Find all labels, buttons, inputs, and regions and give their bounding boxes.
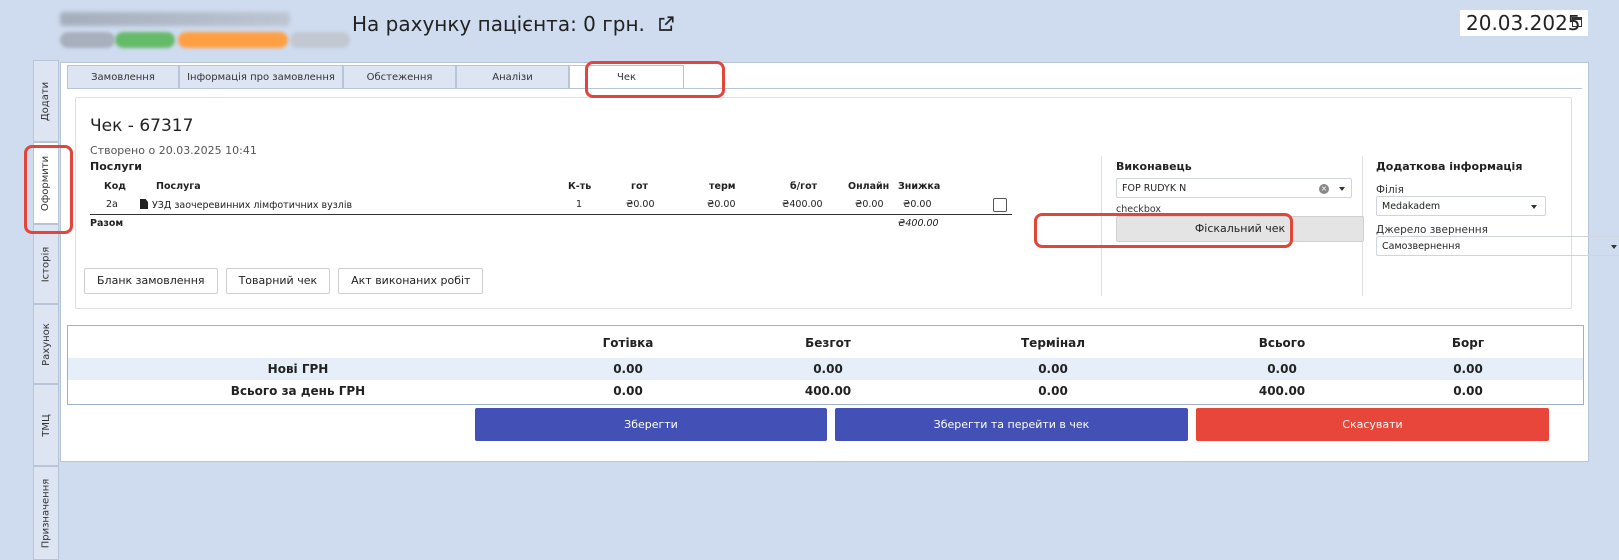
col-cash: гот bbox=[631, 181, 648, 192]
clear-icon[interactable]: × bbox=[1319, 184, 1329, 194]
tab-order[interactable]: Замовлення bbox=[67, 65, 179, 89]
col-discount: Знижка bbox=[898, 181, 941, 192]
chevron-down-icon[interactable] bbox=[1531, 205, 1537, 209]
cell-code: 2а bbox=[106, 199, 118, 210]
save-and-go-to-check-button[interactable]: Зберегти та перейти в чек bbox=[835, 408, 1188, 441]
executor-title: Виконавець bbox=[1116, 160, 1192, 173]
tab-analyses[interactable]: Аналізи bbox=[456, 65, 569, 89]
vtab-inventory[interactable]: ТМЦ bbox=[33, 384, 59, 466]
table-row: 2а УЗД заочеревинних лімфотичних вузлів … bbox=[90, 196, 1012, 215]
check-title: Чек - 67317 bbox=[90, 116, 194, 136]
totals-cell: 0.00 bbox=[813, 362, 843, 376]
col-terminal: терм bbox=[709, 181, 736, 192]
col-service: Послуга bbox=[156, 181, 201, 192]
executor-select[interactable]: FOP RUDYK N × bbox=[1116, 178, 1352, 198]
totals-col-total: Всього bbox=[1258, 336, 1306, 350]
chevron-down-icon[interactable] bbox=[1339, 187, 1345, 191]
cell-discount: ₴0.00 bbox=[903, 199, 932, 210]
patient-account-balance: На рахунку пацієнта: 0 грн. bbox=[352, 12, 675, 36]
patient-badges-blurred bbox=[60, 32, 360, 48]
source-label: Джерело звернення bbox=[1376, 224, 1488, 236]
date-picker[interactable]: 20.03.2025 bbox=[1460, 10, 1588, 36]
tabs-underline bbox=[67, 88, 1582, 89]
source-value: Самозвернення bbox=[1382, 241, 1461, 252]
totals-cell: 0.00 bbox=[613, 384, 643, 398]
patient-name-blurred bbox=[60, 12, 290, 26]
cell-cash: ₴0.00 bbox=[626, 199, 655, 210]
row-select-checkbox[interactable] bbox=[993, 198, 1007, 212]
highlight-check-tab bbox=[585, 61, 725, 98]
branch-label: Філія bbox=[1376, 184, 1404, 196]
document-buttons: Бланк замовлення Товарний чек Акт викона… bbox=[84, 268, 484, 294]
goods-receipt-button[interactable]: Товарний чек bbox=[225, 268, 331, 294]
totals-cell: 0.00 bbox=[1038, 362, 1068, 376]
totals-cell: 0.00 bbox=[613, 362, 643, 376]
additional-info-title: Додаткова інформація bbox=[1376, 160, 1523, 173]
totals-col-cash: Готівка bbox=[602, 336, 654, 350]
order-form-button[interactable]: Бланк замовлення bbox=[84, 268, 218, 294]
cell-noncash: ₴400.00 bbox=[782, 199, 823, 210]
vtab-invoice[interactable]: Рахунок bbox=[33, 304, 59, 384]
col-noncash: б/гот bbox=[790, 181, 818, 192]
cell-terminal: ₴0.00 bbox=[707, 199, 736, 210]
totals-cell: 0.00 bbox=[1453, 384, 1483, 398]
tab-examination[interactable]: Обстеження bbox=[343, 65, 456, 89]
work-act-button[interactable]: Акт виконаних робіт bbox=[338, 268, 484, 294]
services-title: Послуги bbox=[90, 160, 142, 173]
check-card: Чек - 67317 Створено о 20.03.2025 10:41 … bbox=[75, 97, 1619, 309]
col-online: Онлайн bbox=[848, 181, 890, 192]
table-row: Всього за день ГРН 0.00 400.00 0.00 400.… bbox=[68, 380, 1583, 402]
highlight-fiscal-button bbox=[1034, 213, 1293, 248]
date-value: 20.03.2025 bbox=[1466, 11, 1581, 35]
totals-header-row: Готівка Безгот Термінал Всього Борг bbox=[68, 332, 1583, 356]
chevron-down-icon[interactable] bbox=[1611, 245, 1617, 249]
main-panel: Замовлення Інформація про замовлення Обс… bbox=[60, 62, 1619, 462]
services-header-row: Код Послуга К-ть гот терм б/гот Онлайн З… bbox=[90, 178, 1012, 196]
vtab-history[interactable]: Історія bbox=[33, 224, 59, 304]
totals-cell: 0.00 bbox=[1267, 362, 1297, 376]
totals-table: Готівка Безгот Термінал Всього Борг Нові… bbox=[67, 325, 1584, 405]
total-value: ₴400.00 bbox=[898, 218, 939, 229]
left-vertical-tabs: Додати Оформити Історія Рахунок ТМЦ Приз… bbox=[33, 60, 59, 560]
cell-service: УЗД заочеревинних лімфотичних вузлів bbox=[140, 199, 352, 211]
table-row: Нові ГРН 0.00 0.00 0.00 0.00 0.00 bbox=[68, 358, 1583, 380]
save-button[interactable]: Зберегти bbox=[475, 408, 827, 441]
totals-cell: 400.00 bbox=[804, 384, 852, 398]
executor-value: FOP RUDYK N bbox=[1122, 183, 1187, 194]
cell-qty: 1 bbox=[576, 199, 583, 210]
branch-select[interactable]: Medakadem bbox=[1376, 196, 1546, 216]
source-select[interactable]: Самозвернення bbox=[1376, 236, 1619, 256]
tab-order-info[interactable]: Інформація про замовлення bbox=[179, 65, 343, 89]
col-qty: К-ть bbox=[568, 181, 592, 192]
vtab-add[interactable]: Додати bbox=[33, 60, 59, 142]
account-label: На рахунку пацієнта: 0 грн. bbox=[352, 12, 645, 36]
cell-online: ₴0.00 bbox=[855, 199, 884, 210]
totals-col-terminal: Термінал bbox=[1020, 336, 1086, 350]
totals-col-noncash: Безгот bbox=[805, 336, 851, 350]
totals-row-label: Нові ГРН bbox=[267, 362, 329, 376]
calendar-icon[interactable] bbox=[1572, 17, 1582, 27]
totals-cell: 400.00 bbox=[1258, 384, 1306, 398]
vtab-prescriptions[interactable]: Призначення bbox=[33, 466, 59, 560]
document-icon bbox=[140, 199, 148, 209]
external-link-icon[interactable] bbox=[657, 15, 675, 33]
col-code: Код bbox=[104, 181, 126, 192]
branch-value: Medakadem bbox=[1382, 201, 1441, 212]
totals-row-label: Всього за день ГРН bbox=[230, 384, 366, 398]
totals-col-debt: Борг bbox=[1451, 336, 1485, 350]
highlight-process-tab bbox=[24, 145, 73, 234]
totals-cell: 0.00 bbox=[1038, 384, 1068, 398]
check-created: Створено о 20.03.2025 10:41 bbox=[90, 144, 257, 157]
services-total-row: Разом ₴400.00 bbox=[90, 215, 1012, 233]
cancel-button[interactable]: Скасувати bbox=[1196, 408, 1549, 441]
total-label: Разом bbox=[90, 218, 124, 229]
totals-cell: 0.00 bbox=[1453, 362, 1483, 376]
services-table: Код Послуга К-ть гот терм б/гот Онлайн З… bbox=[90, 178, 1012, 233]
